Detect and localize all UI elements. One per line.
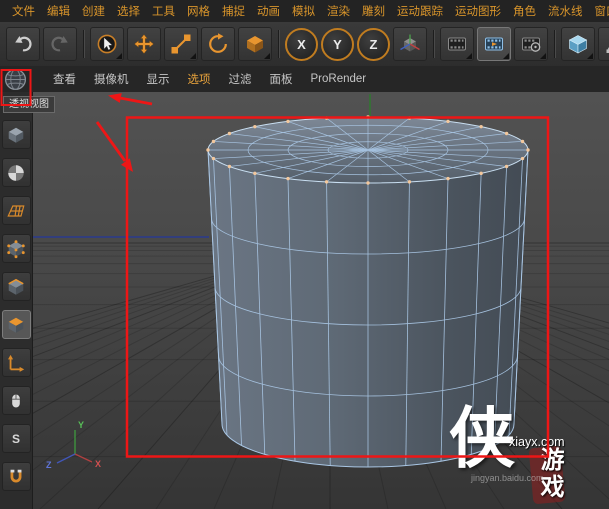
recent-tool-button[interactable] <box>238 27 272 61</box>
x-axis-lock-button[interactable]: X <box>285 27 318 61</box>
menu-item-create[interactable]: 创建 <box>76 3 111 19</box>
menu-item-sculpt[interactable]: 雕刻 <box>356 3 391 19</box>
workplane-mode-button[interactable] <box>1 196 31 225</box>
axis-mode-icon <box>8 354 25 372</box>
flyout-corner <box>466 53 472 59</box>
menu-item-file[interactable]: 文件 <box>6 3 41 19</box>
viewport-3d-scene: Y X Z <box>33 94 609 509</box>
toolbar-separator <box>275 27 282 61</box>
coordinate-system-button[interactable] <box>393 27 427 61</box>
vp-menu-cameras[interactable]: 摄像机 <box>85 71 138 87</box>
menu-item-pipeline[interactable]: 流水线 <box>542 3 589 19</box>
enable-axis-button[interactable] <box>1 348 31 377</box>
undo-icon <box>15 36 32 52</box>
undo-button[interactable] <box>6 27 40 61</box>
y-axis-label: Y <box>333 36 342 52</box>
cube-primitive-icon <box>568 35 588 54</box>
render-settings-icon <box>522 37 541 52</box>
vp-menu-panel[interactable]: 面板 <box>261 71 302 87</box>
coordinate-system-icon <box>400 34 420 52</box>
recent-tool-icon <box>247 36 263 53</box>
menu-item-simulate[interactable]: 模拟 <box>286 3 321 19</box>
scale-tool-icon <box>171 34 191 54</box>
toolbar-separator <box>551 27 558 61</box>
spline-pen-button[interactable] <box>598 27 609 61</box>
move-tool-button[interactable] <box>127 27 161 61</box>
menu-item-select[interactable]: 选择 <box>111 3 146 19</box>
viewport-solo-button[interactable] <box>1 386 31 415</box>
menu-item-snap[interactable]: 捕捉 <box>216 3 251 19</box>
workplane-mode-icon <box>7 204 25 217</box>
menu-item-tools[interactable]: 工具 <box>146 3 181 19</box>
polygons-mode-icon <box>8 317 24 333</box>
redo-icon <box>51 36 68 52</box>
rotate-tool-button[interactable] <box>201 27 235 61</box>
flyout-corner <box>540 53 546 59</box>
flyout-corner <box>587 53 593 59</box>
edges-mode-icon <box>8 278 24 295</box>
texture-mode-button[interactable] <box>1 158 31 187</box>
edges-mode-button[interactable] <box>1 272 31 301</box>
menu-item-mesh[interactable]: 网格 <box>181 3 216 19</box>
texture-mode-icon <box>8 164 24 181</box>
rotate-tool-icon <box>209 33 227 53</box>
viewport-layout-globe-icon[interactable] <box>3 67 28 92</box>
z-axis-lock-button[interactable]: Z <box>357 27 390 61</box>
s-badge-label: S <box>11 431 20 446</box>
scale-tool-button[interactable] <box>164 27 198 61</box>
render-view-button[interactable] <box>440 27 474 61</box>
flyout-corner <box>190 53 196 59</box>
flyout-corner <box>503 53 509 59</box>
flyout-corner <box>116 53 122 59</box>
move-tool-icon <box>134 34 154 54</box>
vp-menu-options[interactable]: 选项 <box>179 71 220 87</box>
left-mode-toolbar: S <box>0 92 33 509</box>
mouse-icon <box>11 393 21 408</box>
viewport-canvas[interactable]: YXZ 侠 游戏 xiayx.com jingyan.baidu.com <box>33 92 609 509</box>
z-axis-label: Z <box>369 36 378 52</box>
live-selection-button[interactable] <box>90 27 124 61</box>
svg-text:X: X <box>95 459 101 469</box>
menu-item-animation[interactable]: 动画 <box>251 3 286 19</box>
toolbar-separator <box>80 27 87 61</box>
redo-button[interactable] <box>43 27 77 61</box>
render-settings-button[interactable] <box>514 27 548 61</box>
svg-text:Z: Z <box>46 460 52 470</box>
vp-menu-view[interactable]: 查看 <box>44 71 85 87</box>
flyout-corner <box>264 53 270 59</box>
menu-item-render[interactable]: 渲染 <box>321 3 356 19</box>
svg-text:Y: Y <box>78 420 84 430</box>
model-mode-icon <box>8 127 24 143</box>
vp-menu-display[interactable]: 显示 <box>138 71 179 87</box>
y-axis-lock-button[interactable]: Y <box>321 27 354 61</box>
menu-item-motion-tracker[interactable]: 运动跟踪 <box>391 3 449 19</box>
view-label: 透视视图 <box>3 96 55 113</box>
magnet-icon <box>10 469 22 482</box>
add-primitive-button[interactable] <box>561 27 595 61</box>
cinema4d-window: { "menu_bar": { "items": ["文件","编辑","创建"… <box>0 0 609 509</box>
render-picture-viewer-icon <box>485 37 503 51</box>
enable-snap-button[interactable] <box>1 462 31 491</box>
menu-item-mograph[interactable]: 运动图形 <box>449 3 507 19</box>
main-toolbar: X Y Z <box>0 22 609 67</box>
vp-menu-prorender[interactable]: ProRender <box>302 73 376 85</box>
x-axis-label: X <box>297 36 306 52</box>
live-selection-icon <box>97 34 117 54</box>
render-view-icon <box>448 37 466 51</box>
render-picture-viewer-button[interactable] <box>477 27 511 61</box>
viewport-menu-bar: 查看 摄像机 显示 选项 过滤 面板 ProRender <box>0 66 609 93</box>
menu-item-character[interactable]: 角色 <box>507 3 542 19</box>
menu-item-window[interactable]: 窗口 <box>589 3 609 19</box>
menu-item-edit[interactable]: 编辑 <box>41 3 76 19</box>
menu-bar: 文件 编辑 创建 选择 工具 网格 捕捉 动画 模拟 渲染 雕刻 运动跟踪 运动… <box>0 0 609 23</box>
points-mode-icon <box>7 239 25 258</box>
s-badge-button[interactable]: S <box>1 424 31 453</box>
polygons-mode-button[interactable] <box>1 310 31 339</box>
model-mode-button[interactable] <box>1 120 31 149</box>
toolbar-separator <box>430 27 437 61</box>
vp-menu-filter[interactable]: 过滤 <box>220 71 261 87</box>
spline-pen-icon <box>606 47 609 53</box>
points-mode-button[interactable] <box>1 234 31 263</box>
